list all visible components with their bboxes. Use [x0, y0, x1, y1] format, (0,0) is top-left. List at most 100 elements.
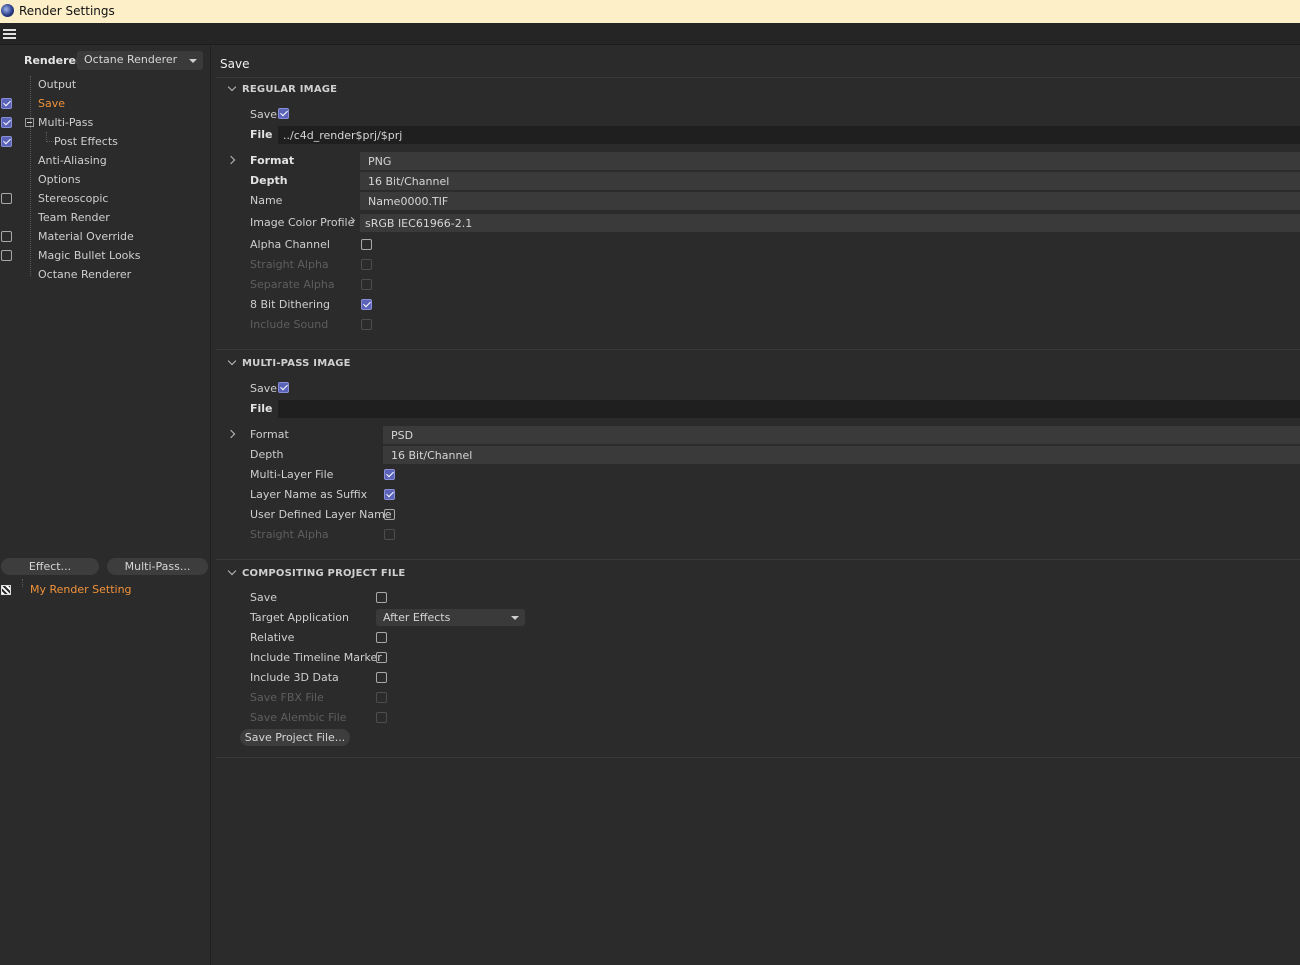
timeline-marker-checkbox[interactable]	[376, 652, 387, 663]
sidebar-magic-bullet-checkbox[interactable]	[1, 250, 12, 261]
include-sound-label: Include Sound	[250, 318, 329, 331]
regular-save-checkbox[interactable]	[278, 108, 289, 119]
include-sound-checkbox	[361, 319, 372, 330]
render-setting-item[interactable]: My Render Setting	[30, 580, 132, 599]
multipass-file-field[interactable]	[278, 400, 1300, 418]
renderer-dropdown[interactable]: Octane Renderer	[77, 51, 203, 70]
multipass-file-label: File	[250, 402, 273, 415]
multipass-depth-label: Depth	[250, 448, 284, 461]
multipass-depth-field[interactable]: 16 Bit/Channel	[383, 446, 1300, 464]
multi-layer-file-label: Multi-Layer File	[250, 468, 334, 481]
chevron-down-icon[interactable]	[227, 356, 237, 366]
title-bar: Render Settings	[0, 0, 1300, 23]
straight-alpha-label: Straight Alpha	[250, 258, 329, 271]
dithering-checkbox[interactable]	[361, 299, 372, 310]
chevron-down-icon	[189, 59, 197, 63]
sidebar-item-multi-pass[interactable]: Multi-Pass	[38, 113, 93, 132]
target-application-label: Target Application	[250, 611, 349, 624]
separate-alpha-label: Separate Alpha	[250, 278, 335, 291]
regular-file-field[interactable]: ../c4d_render$prj/$prj	[278, 126, 1300, 144]
sidebar-item-team-render[interactable]: Team Render	[38, 208, 110, 227]
multipass-save-label: Save	[250, 382, 278, 395]
chevron-right-icon[interactable]	[226, 429, 236, 439]
sidebar: Renderer Octane Renderer Output Save Mul…	[0, 46, 211, 965]
save-alembic-checkbox	[376, 712, 387, 723]
user-defined-layer-name-label: User Defined Layer Name	[250, 508, 392, 521]
save-alembic-label: Save Alembic File	[250, 711, 347, 724]
target-application-value: After Effects	[383, 611, 451, 624]
renderer-dropdown-value: Octane Renderer	[84, 53, 178, 66]
multi-pass-button[interactable]: Multi-Pass...	[107, 558, 208, 575]
sidebar-item-post-effects[interactable]: Post Effects	[54, 132, 118, 151]
relative-checkbox[interactable]	[376, 632, 387, 643]
sidebar-item-anti-aliasing[interactable]: Anti-Aliasing	[38, 151, 107, 170]
section-heading-multi-pass-image[interactable]: MULTI-PASS IMAGE	[242, 358, 351, 369]
divider	[216, 757, 1300, 758]
regular-color-profile-field[interactable]: sRGB IEC61966-2.1	[360, 214, 1300, 232]
chevron-down-icon[interactable]	[227, 566, 237, 576]
regular-name-field[interactable]: Name0000.TIF	[360, 192, 1300, 210]
layer-name-suffix-checkbox[interactable]	[384, 489, 395, 500]
effect-button[interactable]: Effect...	[1, 558, 99, 575]
multipass-format-field[interactable]: PSD	[383, 426, 1300, 444]
render-setting-icon	[1, 585, 11, 595]
chevron-right-icon[interactable]	[226, 155, 236, 165]
sidebar-item-octane-renderer[interactable]: Octane Renderer	[38, 265, 131, 284]
sidebar-multipass-checkbox[interactable]	[1, 117, 12, 128]
tree-guide-line	[46, 141, 54, 142]
divider	[216, 77, 1300, 78]
sidebar-save-checkbox[interactable]	[1, 98, 12, 109]
chevron-down-icon	[511, 616, 519, 620]
sidebar-item-options[interactable]: Options	[38, 170, 80, 189]
regular-depth-label: Depth	[250, 174, 288, 187]
alpha-channel-checkbox[interactable]	[361, 239, 372, 250]
target-application-dropdown[interactable]: After Effects	[376, 609, 525, 626]
save-project-file-button[interactable]: Save Project File...	[240, 729, 350, 746]
compositing-save-label: Save	[250, 591, 278, 604]
regular-name-label: Name	[250, 194, 283, 207]
sidebar-stereoscopic-checkbox[interactable]	[1, 193, 12, 204]
dithering-label: 8 Bit Dithering	[250, 298, 331, 311]
multipass-format-label: Format	[250, 428, 289, 441]
layer-name-suffix-label: Layer Name as Suffix	[250, 488, 368, 501]
regular-color-profile-label: Image Color Profile	[250, 216, 355, 229]
compositing-save-checkbox[interactable]	[376, 592, 387, 603]
multipass-straight-alpha-label: Straight Alpha	[250, 528, 329, 541]
include-3d-data-checkbox[interactable]	[376, 672, 387, 683]
divider	[216, 559, 1300, 560]
regular-depth-field[interactable]: 16 Bit/Channel	[360, 172, 1300, 190]
divider	[216, 349, 1300, 350]
window-title: Render Settings	[19, 4, 115, 18]
renderer-label: Renderer	[24, 54, 82, 67]
regular-file-label: File	[250, 128, 273, 141]
separate-alpha-checkbox	[361, 279, 372, 290]
hamburger-menu-icon[interactable]	[3, 29, 16, 39]
straight-alpha-checkbox	[361, 259, 372, 270]
chevron-down-icon[interactable]	[227, 82, 237, 92]
collapse-icon[interactable]	[25, 118, 34, 127]
section-heading-compositing-project-file[interactable]: COMPOSITING PROJECT FILE	[242, 568, 405, 579]
section-heading-regular-image[interactable]: REGULAR IMAGE	[242, 84, 337, 95]
multi-layer-file-checkbox[interactable]	[384, 469, 395, 480]
sidebar-post-effects-checkbox[interactable]	[1, 136, 12, 147]
sidebar-item-output[interactable]: Output	[38, 75, 76, 94]
sidebar-item-magic-bullet-looks[interactable]: Magic Bullet Looks	[38, 246, 141, 265]
sidebar-item-save[interactable]: Save	[38, 94, 65, 113]
sidebar-item-material-override[interactable]: Material Override	[38, 227, 134, 246]
tree-guide-line	[22, 579, 23, 587]
menu-bar	[0, 23, 1300, 45]
save-fbx-checkbox	[376, 692, 387, 703]
multipass-save-checkbox[interactable]	[278, 382, 289, 393]
sidebar-material-override-checkbox[interactable]	[1, 231, 12, 242]
save-fbx-label: Save FBX File	[250, 691, 324, 704]
relative-label: Relative	[250, 631, 295, 644]
cinema4d-app-icon	[1, 4, 14, 17]
timeline-marker-label: Include Timeline Marker	[250, 651, 382, 664]
page-title: Save	[220, 57, 250, 71]
multipass-straight-alpha-checkbox	[384, 529, 395, 540]
regular-save-label: Save	[250, 108, 278, 121]
user-defined-layer-name-checkbox[interactable]	[384, 509, 395, 520]
regular-format-field[interactable]: PNG	[360, 152, 1300, 170]
sidebar-item-stereoscopic[interactable]: Stereoscopic	[38, 189, 108, 208]
settings-panel: Save REGULAR IMAGE Save File ../c4d_rend…	[212, 46, 1300, 965]
